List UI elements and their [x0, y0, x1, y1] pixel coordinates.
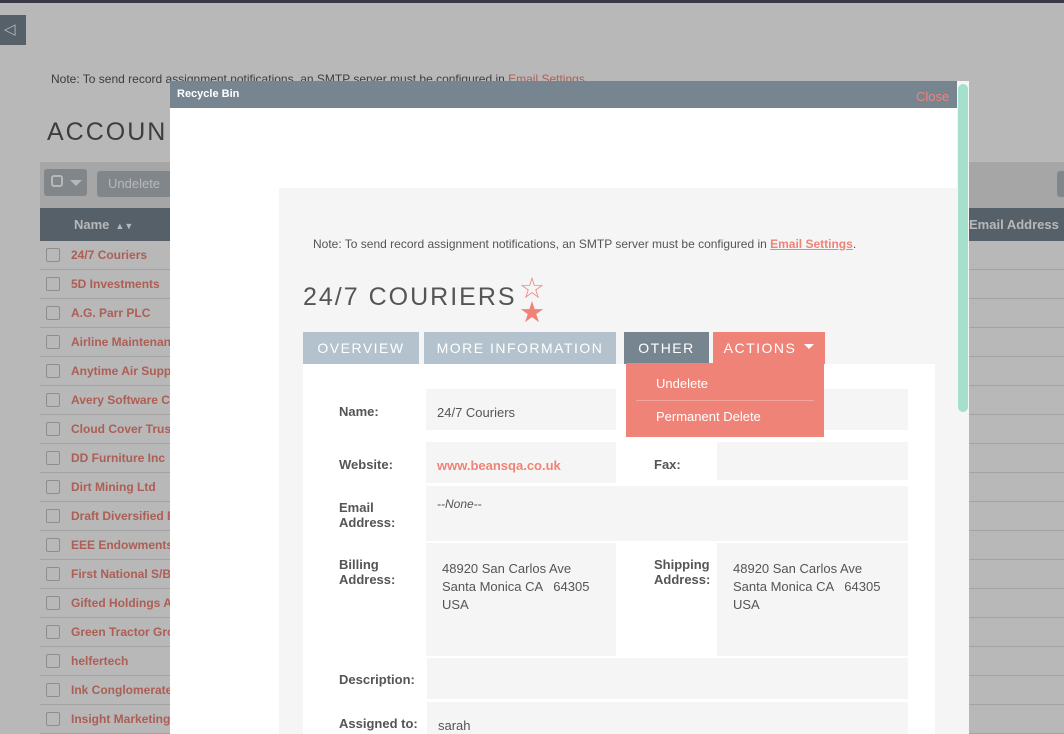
menu-item-permanent-delete[interactable]: Permanent Delete [656, 409, 761, 424]
star-icon[interactable]: ★ [519, 299, 545, 328]
shipping-address-field: 48920 San Carlos Ave Santa Monica CA 643… [717, 543, 908, 656]
caret-down-icon [804, 343, 815, 349]
tab-more-information[interactable]: MORE INFORMATION [424, 332, 616, 364]
description-label: Description: [339, 672, 415, 687]
description-field [427, 658, 908, 699]
dialog-header: Recycle Bin Close [170, 81, 969, 108]
recycle-bin-dialog: Recycle Bin Close Note: To send record a… [170, 81, 969, 734]
website-field: www.beansqa.co.uk [426, 442, 616, 483]
billing-address-label: Billing Address: [339, 557, 396, 587]
menu-divider [636, 400, 814, 401]
website-label: Website: [339, 457, 393, 472]
name-field: 24/7 Couriers [426, 389, 616, 430]
actions-menu-button[interactable]: ACTIONS [713, 332, 825, 364]
record-title: 24/7 COURIERS [303, 283, 517, 311]
actions-dropdown-menu: Undelete Permanent Delete [626, 363, 824, 437]
tab-other[interactable]: OTHER [624, 332, 709, 364]
email-settings-link[interactable]: Email Settings [770, 237, 853, 251]
close-button[interactable]: Close [916, 89, 949, 104]
billing-address-field: 48920 San Carlos Ave Santa Monica CA 643… [426, 543, 616, 656]
menu-item-undelete[interactable]: Undelete [656, 376, 708, 391]
dialog-title: Recycle Bin [177, 88, 240, 100]
website-link[interactable]: www.beansqa.co.uk [437, 458, 561, 473]
record-detail: Note: To send record assignment notifica… [279, 188, 957, 734]
assigned-to-label: Assigned to: [339, 716, 418, 731]
email-address-label: Email Address: [339, 500, 396, 530]
dialog-scrollbar-thumb[interactable] [958, 84, 968, 412]
email-address-field: --None-- [426, 486, 908, 541]
name-label: Name: [339, 404, 379, 419]
shipping-address-label: Shipping Address: [654, 557, 711, 587]
fax-field [717, 442, 908, 480]
assigned-to-field: sarah [427, 702, 908, 734]
tab-overview[interactable]: OVERVIEW [303, 332, 419, 364]
fax-label: Fax: [654, 457, 681, 472]
smtp-note: Note: To send record assignment notifica… [313, 237, 857, 251]
detail-panel: Name: 24/7 Couriers Website: www.beansqa… [303, 364, 935, 734]
